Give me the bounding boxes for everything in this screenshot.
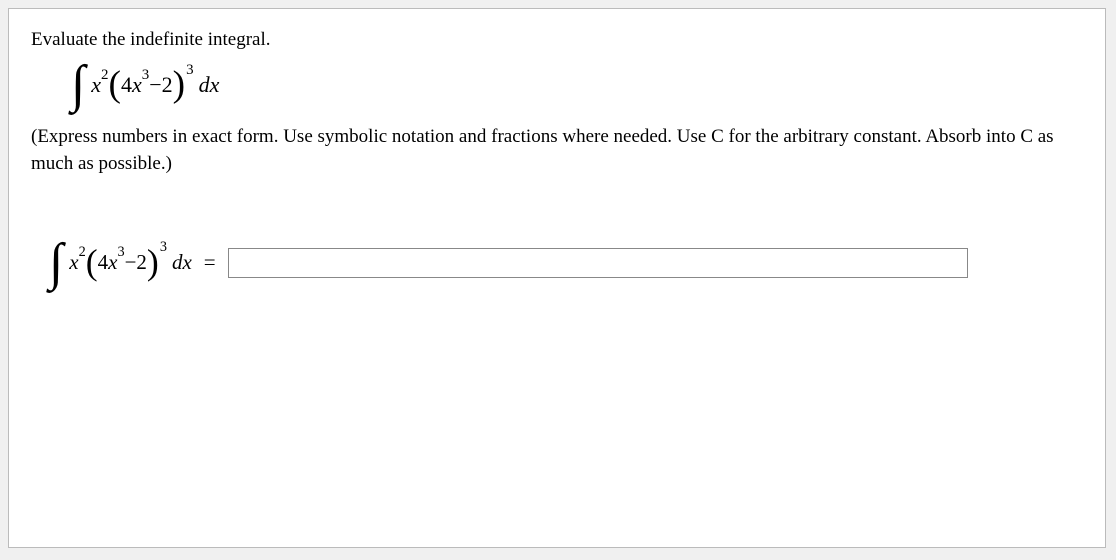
paren-group: ( 4x3 − 2 ) <box>109 70 186 101</box>
dx-2: dx <box>172 248 192 277</box>
outer-exp-2: 3 <box>160 238 167 258</box>
integrand: x2 ( 4x3 − 2 ) 3 dx <box>91 70 219 101</box>
answer-row: ∫ x2 ( 4x3 − 2 ) 3 dx = <box>49 248 1083 278</box>
instructions-text: (Express numbers in exact form. Use symb… <box>31 124 1083 177</box>
inner-const-2: 2 <box>136 248 147 277</box>
exp-outer-2: 2 <box>79 243 86 263</box>
inner-const: 2 <box>162 70 173 101</box>
lparen-2: ( <box>86 252 98 273</box>
exp-inner-2: 3 <box>117 243 124 263</box>
question-container: Evaluate the indefinite integral. ∫ x2 (… <box>8 8 1106 548</box>
var-x-inner: x <box>132 70 142 101</box>
rparen-2: ) <box>147 252 159 273</box>
lparen: ( <box>109 74 121 96</box>
var-x-inner-2: x <box>108 248 117 277</box>
paren-group-2: ( 4x3 − 2 ) <box>86 248 159 277</box>
dx: dx <box>199 70 220 101</box>
inner-coef: 4 <box>121 70 132 101</box>
minus-2: − <box>125 248 137 277</box>
var-x-outer: x <box>91 70 101 101</box>
exp-outer: 2 <box>101 65 108 86</box>
instructions-content: (Express numbers in exact form. Use symb… <box>31 126 1054 174</box>
answer-input[interactable] <box>228 248 968 278</box>
outer-exp: 3 <box>186 60 193 81</box>
rparen: ) <box>173 74 185 96</box>
integral-expression-answer: ∫ x2 ( 4x3 − 2 ) 3 dx <box>49 248 192 277</box>
inner-coef-2: 4 <box>98 248 109 277</box>
integrand-answer: x2 ( 4x3 − 2 ) 3 dx <box>69 248 192 277</box>
minus: − <box>149 70 161 101</box>
integral-expression-display: ∫ x2 ( 4x3 − 2 ) 3 dx <box>71 70 1083 101</box>
prompt-text: Evaluate the indefinite integral. <box>31 27 1083 54</box>
equals-sign: = <box>204 248 216 277</box>
var-x-outer-2: x <box>69 248 78 277</box>
exp-inner: 3 <box>142 65 149 86</box>
